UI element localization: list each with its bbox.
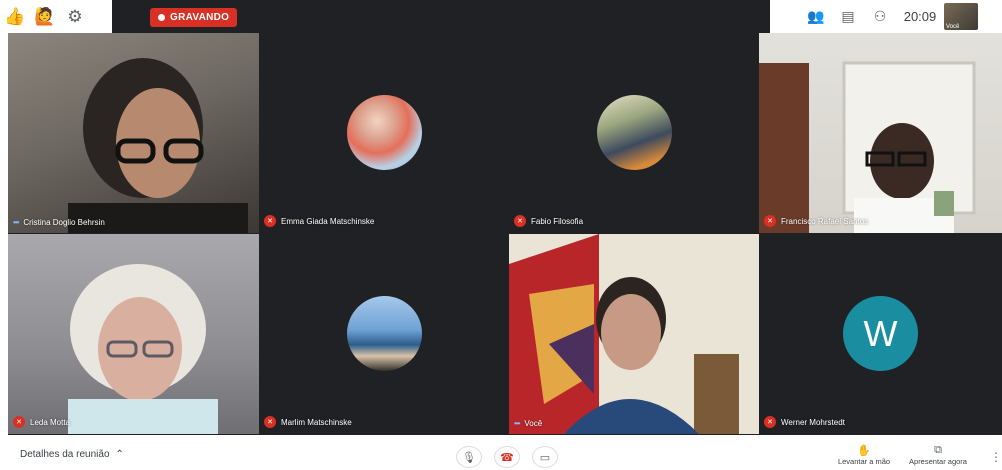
camera-icon: ▭ xyxy=(539,451,551,464)
participant-name: Fabio Filosofia xyxy=(531,216,584,226)
thumbs-up-icon[interactable]: 👍 xyxy=(0,3,30,31)
recording-badge: GRAVANDO xyxy=(150,8,238,27)
bottom-toolbar: Detalhes da reunião ⌃ 🎙 ☎ ▭ ✋ Levantar a… xyxy=(0,440,1002,470)
participant-tile[interactable]: ✕ Marlim Matschinske xyxy=(259,234,510,434)
more-options-icon[interactable]: ⋮ xyxy=(990,450,1002,464)
participant-avatar xyxy=(347,95,422,170)
mic-off-icon: ✕ xyxy=(264,416,276,428)
participant-name: Emma Giada Matschinske xyxy=(281,216,375,226)
speaking-indicator-icon: ••• xyxy=(13,218,19,227)
raise-hand-person-icon[interactable]: 🙋 xyxy=(30,3,60,31)
participant-label: ✕ Fabio Filosofia xyxy=(514,215,583,227)
present-label: Apresentar agora xyxy=(909,457,967,466)
hang-up-icon: ☎ xyxy=(500,451,514,464)
video-frame xyxy=(68,58,248,233)
participant-grid: ••• Cristina Doglio Behrsin ✕ Emma Giada… xyxy=(8,33,1002,435)
mic-off-icon: ✕ xyxy=(264,215,276,227)
leave-call-button[interactable]: ☎ xyxy=(494,446,520,468)
participant-label: ✕ Marlim Matschinske xyxy=(264,416,352,428)
participant-tile[interactable]: ••• Você xyxy=(509,234,760,434)
video-frame xyxy=(509,234,739,434)
chat-icon[interactable]: ▤ xyxy=(832,3,864,31)
people-icon[interactable]: 👥 xyxy=(800,3,832,31)
participant-avatar xyxy=(347,296,422,371)
camera-button[interactable]: ▭ xyxy=(532,446,558,468)
microphone-button[interactable]: 🎙 xyxy=(456,446,482,468)
top-left-tools: 👍 🙋 ⚙ xyxy=(0,0,112,33)
header-strip: GRAVANDO xyxy=(112,0,770,33)
participant-name: Você xyxy=(524,419,543,428)
participant-tile[interactable]: ✕ Francisco Rafael Santos xyxy=(759,33,1002,233)
mic-off-icon: ✕ xyxy=(514,215,526,227)
raise-hand-button[interactable]: ✋ Levantar a mão xyxy=(829,444,899,466)
participant-label: ••• Você xyxy=(514,419,542,428)
participant-name: Francisco Rafael Santos xyxy=(781,216,869,226)
microphone-icon: 🎙 xyxy=(462,451,476,464)
participant-avatar: W xyxy=(843,296,918,371)
speaking-indicator-icon: ••• xyxy=(514,419,520,428)
top-right-tools: 👥 ▤ ⚇ 20:09 Você xyxy=(800,0,1002,33)
top-toolbar: 👍 🙋 ⚙ GRAVANDO 👥 ▤ ⚇ 20:09 Você xyxy=(0,0,1002,33)
participant-label: ••• Cristina Doglio Behrsin xyxy=(13,218,105,227)
participant-name: Leda Motta xyxy=(30,417,71,427)
meeting-details-button[interactable]: Detalhes da reunião ⌃ xyxy=(20,449,124,460)
gear-icon[interactable]: ⚙ xyxy=(60,3,90,31)
participant-tile[interactable]: W ✕ Werner Mohrstedt xyxy=(759,234,1002,434)
present-now-button[interactable]: ⧉ Apresentar agora xyxy=(903,444,973,466)
video-frame xyxy=(759,61,976,233)
recording-label: GRAVANDO xyxy=(170,12,230,23)
recording-dot-icon xyxy=(158,14,165,21)
video-frame xyxy=(68,264,218,434)
participant-label: ✕ Leda Motta xyxy=(13,416,70,428)
participant-label: ✕ Emma Giada Matschinske xyxy=(264,215,374,227)
raise-hand-icon: ✋ xyxy=(857,445,871,457)
activities-icon[interactable]: ⚇ xyxy=(864,3,896,31)
participant-name: Cristina Doglio Behrsin xyxy=(23,218,105,227)
mic-off-icon: ✕ xyxy=(764,215,776,227)
participant-label: ✕ Francisco Rafael Santos xyxy=(764,215,868,227)
self-view-thumbnail[interactable]: Você xyxy=(944,3,978,30)
present-icon: ⧉ xyxy=(934,444,942,456)
participant-name: Marlim Matschinske xyxy=(281,417,352,427)
participant-label: ✕ Werner Mohrstedt xyxy=(764,416,845,428)
chevron-up-icon: ⌃ xyxy=(115,449,124,460)
raise-hand-label: Levantar a mão xyxy=(837,457,891,466)
participant-tile[interactable]: ✕ Emma Giada Matschinske xyxy=(259,33,510,233)
participant-name: Werner Mohrstedt xyxy=(781,417,845,427)
clock: 20:09 xyxy=(903,9,937,24)
participant-tile[interactable]: ••• Cristina Doglio Behrsin xyxy=(8,33,259,233)
mic-off-icon: ✕ xyxy=(13,416,25,428)
participant-tile[interactable]: ✕ Fabio Filosofia xyxy=(509,33,760,233)
self-thumb-label: Você xyxy=(946,24,960,30)
participant-tile[interactable]: ✕ Leda Motta xyxy=(8,234,259,434)
mic-off-icon: ✕ xyxy=(764,416,776,428)
participant-avatar xyxy=(597,95,672,170)
meeting-details-label: Detalhes da reunião xyxy=(20,449,110,460)
